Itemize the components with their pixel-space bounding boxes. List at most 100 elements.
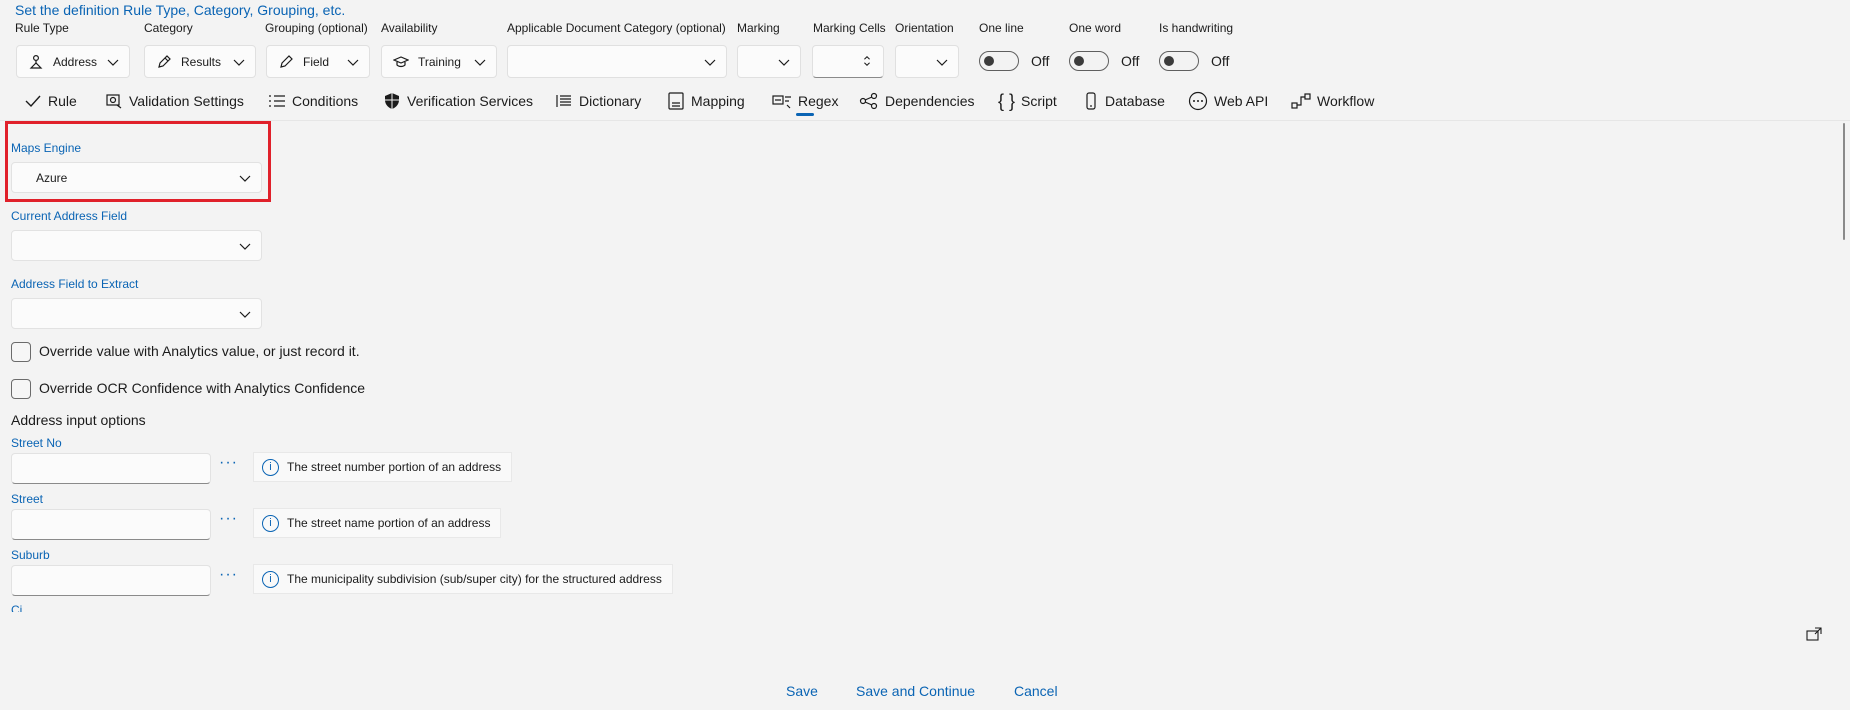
rule-type-select[interactable]: Address	[16, 45, 130, 78]
suburb-info: i The municipality subdivision (sub/supe…	[253, 564, 673, 594]
street-info: i The street name portion of an address	[253, 508, 502, 538]
category-label: Category	[144, 21, 193, 35]
rule-type-value: Address	[53, 54, 98, 69]
category-select[interactable]: Results	[144, 45, 256, 78]
cancel-button[interactable]: Cancel	[1014, 683, 1058, 699]
tab-label: Web API	[1214, 93, 1269, 109]
tab-dictionary[interactable]: Dictionary	[555, 88, 641, 114]
suburb-more-button[interactable]: ···	[219, 566, 238, 584]
conditions-list-icon	[269, 95, 285, 107]
tab-label: Verification Services	[407, 93, 534, 109]
save-and-continue-button[interactable]: Save and Continue	[856, 683, 975, 699]
tab-mapping[interactable]: Mapping	[667, 88, 745, 114]
street-no-more-button[interactable]: ···	[219, 454, 238, 472]
marking-cells-stepper[interactable]	[812, 45, 884, 78]
clip-container: Ci	[11, 603, 71, 612]
maps-engine-select[interactable]: Azure	[11, 162, 262, 193]
toggle-knob	[1074, 56, 1084, 66]
suburb-label: Suburb	[11, 548, 50, 562]
doc-category-select[interactable]	[507, 45, 727, 78]
current-address-field-label: Current Address Field	[11, 209, 128, 223]
selected-tab-indicator	[796, 113, 814, 116]
tab-conditions[interactable]: Conditions	[268, 88, 358, 114]
tab-dependencies[interactable]: Dependencies	[859, 88, 975, 114]
save-button[interactable]: Save	[786, 683, 818, 699]
dictionary-list-icon	[556, 95, 571, 107]
tab-workflow[interactable]: Workflow	[1291, 88, 1374, 114]
marking-select[interactable]	[737, 45, 801, 78]
street-no-label: Street No	[11, 436, 62, 450]
one-line-state: Off	[1031, 53, 1050, 69]
one-word-toggle[interactable]	[1069, 51, 1109, 71]
city-label-partial: Ci	[11, 603, 23, 612]
maps-engine-value: Azure	[36, 171, 68, 185]
up-down-arrows-icon[interactable]	[861, 55, 873, 67]
mapping-icon	[668, 92, 684, 110]
tab-label: Rule	[48, 93, 77, 109]
address-field-to-extract-label: Address Field to Extract	[11, 277, 139, 291]
street-no-input[interactable]	[11, 453, 211, 484]
one-word-state: Off	[1121, 53, 1140, 69]
tab-script[interactable]: { } Script	[998, 88, 1057, 114]
chevron-down-icon	[347, 59, 359, 66]
address-icon	[27, 53, 45, 71]
one-word-label: One word	[1069, 21, 1122, 35]
address-input-options-heading: Address input options	[11, 412, 146, 428]
dependencies-icon	[859, 92, 878, 110]
tab-label: Workflow	[1317, 93, 1375, 109]
tab-database[interactable]: Database	[1083, 88, 1165, 114]
tab-web-api[interactable]: Web API	[1188, 88, 1268, 114]
tab-label: Dictionary	[579, 93, 642, 109]
availability-label: Availability	[381, 21, 438, 35]
database-icon	[1086, 92, 1096, 110]
marking-label: Marking	[737, 21, 780, 35]
tab-label: Mapping	[691, 93, 745, 109]
tab-label: Validation Settings	[129, 93, 244, 109]
workflow-icon	[1291, 93, 1311, 109]
one-line-toggle[interactable]	[979, 51, 1019, 71]
doc-category-label: Applicable Document Category (optional)	[507, 21, 726, 35]
override-ocr-label: Override OCR Confidence with Analytics C…	[39, 380, 366, 396]
street-more-button[interactable]: ···	[219, 510, 238, 528]
info-icon: i	[262, 570, 279, 588]
web-api-icon	[1188, 91, 1208, 111]
chevron-down-icon	[474, 59, 486, 66]
category-value: Results	[181, 54, 222, 69]
chevron-down-icon	[239, 175, 251, 182]
validation-settings-icon	[106, 94, 122, 109]
popout-icon[interactable]	[1806, 627, 1822, 641]
street-info-text: The street name portion of an address	[287, 516, 491, 530]
grouping-label: Grouping (optional)	[265, 21, 368, 35]
tab-rule[interactable]: Rule	[24, 88, 77, 114]
info-icon: i	[262, 514, 279, 532]
chevron-down-icon	[239, 311, 251, 318]
scrollbar[interactable]	[1843, 123, 1845, 240]
availability-select[interactable]: Training	[381, 45, 497, 78]
current-address-field-select[interactable]	[11, 230, 262, 261]
override-ocr-checkbox[interactable]	[11, 379, 31, 399]
suburb-input[interactable]	[11, 565, 211, 596]
braces-icon: { }	[998, 90, 1016, 111]
tab-verification-services[interactable]: Verification Services	[383, 88, 533, 114]
is-handwriting-toggle[interactable]	[1159, 51, 1199, 71]
availability-value: Training	[418, 54, 461, 69]
orientation-select[interactable]	[895, 45, 959, 78]
street-input[interactable]	[11, 509, 211, 540]
tab-label: Database	[1105, 93, 1165, 109]
chevron-down-icon	[233, 59, 245, 66]
tab-validation-settings[interactable]: Validation Settings	[105, 88, 244, 114]
maps-engine-label: Maps Engine	[11, 141, 82, 155]
override-value-checkbox[interactable]	[11, 342, 31, 362]
street-label: Street	[11, 492, 44, 506]
shield-icon	[385, 93, 399, 109]
one-line-label: One line	[979, 21, 1024, 35]
tab-regex[interactable]: Regex	[772, 88, 838, 114]
address-field-to-extract-select[interactable]	[11, 298, 262, 329]
checkmark-icon	[25, 95, 41, 108]
suburb-info-text: The municipality subdivision (sub/super …	[287, 572, 662, 586]
pencil-icon	[277, 53, 295, 71]
grouping-select[interactable]: Field	[266, 45, 370, 78]
override-value-label: Override value with Analytics value, or …	[39, 343, 360, 359]
page-title: Set the definition Rule Type, Category, …	[15, 2, 346, 18]
pen-icon	[155, 53, 173, 71]
